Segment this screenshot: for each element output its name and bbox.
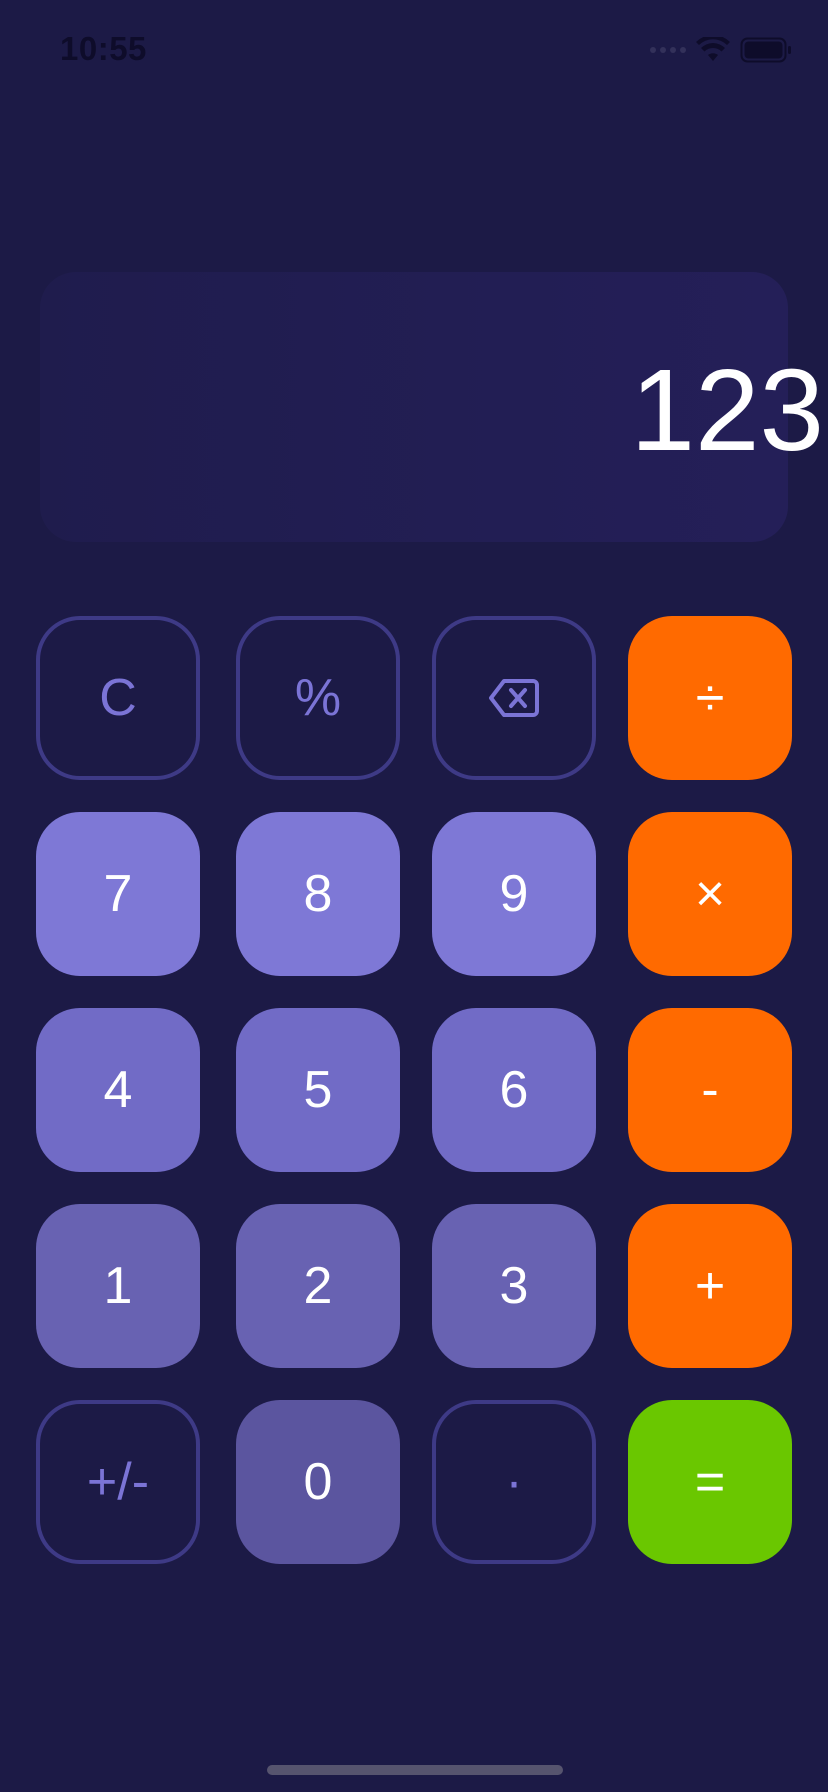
subtract-button[interactable]: - xyxy=(628,1008,792,1172)
battery-icon xyxy=(740,37,791,63)
digit-3-button[interactable]: 3 xyxy=(432,1204,596,1368)
digit-6-button[interactable]: 6 xyxy=(432,1008,596,1172)
divide-button[interactable]: ÷ xyxy=(628,616,792,780)
decimal-button[interactable]: · xyxy=(432,1400,596,1564)
status-icons xyxy=(650,34,792,66)
backspace-button[interactable] xyxy=(432,616,596,780)
digit-2-button[interactable]: 2 xyxy=(236,1204,400,1368)
wifi-icon xyxy=(696,37,730,61)
digit-5-button[interactable]: 5 xyxy=(236,1008,400,1172)
status-time: 10:55 xyxy=(60,30,147,67)
digit-8-button[interactable]: 8 xyxy=(236,812,400,976)
digit-9-button[interactable]: 9 xyxy=(432,812,596,976)
result-value: 123 xyxy=(630,345,824,475)
digit-0-button[interactable]: 0 xyxy=(236,1400,400,1564)
sign-toggle-button[interactable]: +/- xyxy=(36,1400,200,1564)
add-button[interactable]: + xyxy=(628,1204,792,1368)
equals-button[interactable]: = xyxy=(628,1400,792,1564)
digit-1-button[interactable]: 1 xyxy=(36,1204,200,1368)
digit-7-button[interactable]: 7 xyxy=(36,812,200,976)
home-indicator[interactable] xyxy=(267,1765,563,1775)
status-bar: 10:55 xyxy=(0,0,828,100)
cellular-signal-icon xyxy=(650,47,686,53)
backspace-icon xyxy=(489,679,539,717)
clear-button[interactable]: C xyxy=(36,616,200,780)
percent-button[interactable]: % xyxy=(236,616,400,780)
digit-4-button[interactable]: 4 xyxy=(36,1008,200,1172)
multiply-button[interactable]: × xyxy=(628,812,792,976)
